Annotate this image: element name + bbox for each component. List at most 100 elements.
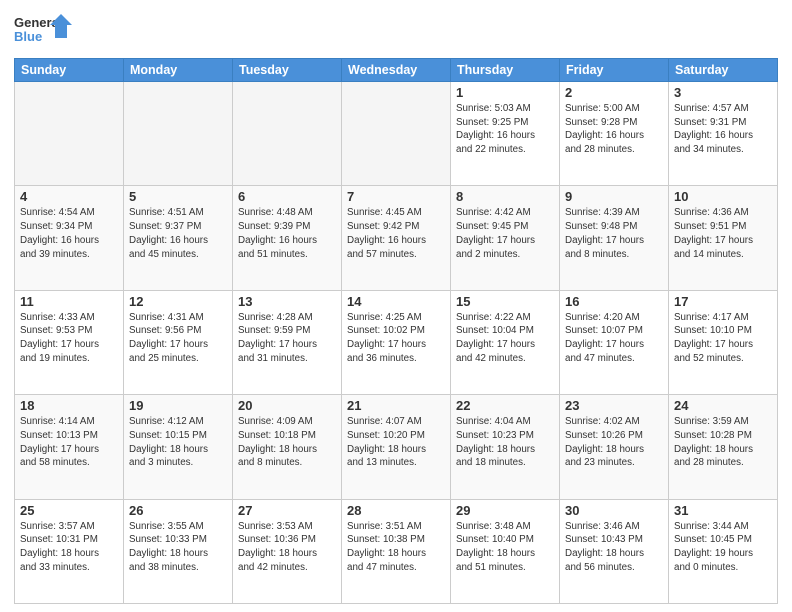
weekday-header-tuesday: Tuesday [233, 59, 342, 82]
day-number: 24 [674, 398, 772, 413]
day-number: 30 [565, 503, 663, 518]
day-info: Sunrise: 3:51 AM Sunset: 10:38 PM Daylig… [347, 520, 445, 575]
day-number: 7 [347, 189, 445, 204]
calendar-cell: 17Sunrise: 4:17 AM Sunset: 10:10 PM Dayl… [669, 290, 778, 394]
calendar-cell: 30 Sunrise: 3:46 AM Sunset: 10:43 PM Dayl… [560, 499, 669, 603]
day-info: Sunrise: 5:00 AM Sunset: 9:28 PM Dayligh… [565, 102, 663, 157]
day-info: Sunrise: 3:46 AM Sunset: 10:43 PM Daylig… [565, 520, 663, 575]
calendar-cell: 21 Sunrise: 4:07 AM Sunset: 10:20 PM Dayl… [342, 395, 451, 499]
logo: GeneralBlue [14, 10, 74, 52]
calendar-cell: 7 Sunrise: 4:45 AM Sunset: 9:42 PM Daylig… [342, 186, 451, 290]
page: GeneralBlue SundayMondayTuesdayWednesday… [0, 0, 792, 612]
day-number: 14 [347, 294, 445, 309]
day-number: 23 [565, 398, 663, 413]
calendar-cell: 11Sunrise: 4:33 AM Sunset: 9:53 PM Dayli… [15, 290, 124, 394]
day-info: Sunrise: 4:42 AM Sunset: 9:45 PM Dayligh… [456, 206, 554, 261]
day-info: Sunrise: 4:14 AM Sunset: 10:13 PM Daylig… [20, 415, 118, 470]
day-number: 1 [456, 85, 554, 100]
day-info: Sunrise: 5:03 AM Sunset: 9:25 PM Dayligh… [456, 102, 554, 157]
day-number: 21 [347, 398, 445, 413]
calendar-cell: 9Sunrise: 4:39 AM Sunset: 9:48 PM Daylig… [560, 186, 669, 290]
day-number: 25 [20, 503, 118, 518]
logo-svg: GeneralBlue [14, 10, 74, 52]
day-number: 3 [674, 85, 772, 100]
calendar-cell: 13Sunrise: 4:28 AM Sunset: 9:59 PM Dayli… [233, 290, 342, 394]
day-info: Sunrise: 4:57 AM Sunset: 9:31 PM Dayligh… [674, 102, 772, 157]
calendar-cell: 24 Sunrise: 3:59 AM Sunset: 10:28 PM Dayl… [669, 395, 778, 499]
day-number: 5 [129, 189, 227, 204]
day-number: 29 [456, 503, 554, 518]
week-row-2: 4 Sunrise: 4:54 AM Sunset: 9:34 PM Daylig… [15, 186, 778, 290]
day-number: 28 [347, 503, 445, 518]
day-info: Sunrise: 4:51 AM Sunset: 9:37 PM Dayligh… [129, 206, 227, 261]
day-info: Sunrise: 3:48 AM Sunset: 10:40 PM Daylig… [456, 520, 554, 575]
weekday-header-thursday: Thursday [451, 59, 560, 82]
calendar-cell: 27 Sunrise: 3:53 AM Sunset: 10:36 PM Dayl… [233, 499, 342, 603]
day-number: 15 [456, 294, 554, 309]
calendar-cell: 16Sunrise: 4:20 AM Sunset: 10:07 PM Dayl… [560, 290, 669, 394]
week-row-4: 18 Sunrise: 4:14 AM Sunset: 10:13 PM Dayl… [15, 395, 778, 499]
calendar-cell: 2 Sunrise: 5:00 AM Sunset: 9:28 PM Daylig… [560, 82, 669, 186]
day-number: 12 [129, 294, 227, 309]
calendar-cell: 3 Sunrise: 4:57 AM Sunset: 9:31 PM Daylig… [669, 82, 778, 186]
weekday-header-sunday: Sunday [15, 59, 124, 82]
calendar-cell [124, 82, 233, 186]
day-info: Sunrise: 3:59 AM Sunset: 10:28 PM Daylig… [674, 415, 772, 470]
calendar-cell: 19Sunrise: 4:12 AM Sunset: 10:15 PM Dayl… [124, 395, 233, 499]
day-info: Sunrise: 4:33 AM Sunset: 9:53 PM Dayligh… [20, 311, 118, 366]
day-info: Sunrise: 4:25 AM Sunset: 10:02 PM Daylig… [347, 311, 445, 366]
day-info: Sunrise: 3:44 AM Sunset: 10:45 PM Daylig… [674, 520, 772, 575]
day-info: Sunrise: 3:53 AM Sunset: 10:36 PM Daylig… [238, 520, 336, 575]
day-number: 6 [238, 189, 336, 204]
day-number: 2 [565, 85, 663, 100]
top-area: GeneralBlue [14, 10, 778, 52]
day-info: Sunrise: 4:45 AM Sunset: 9:42 PM Dayligh… [347, 206, 445, 261]
calendar-cell [15, 82, 124, 186]
day-number: 19 [129, 398, 227, 413]
day-info: Sunrise: 4:39 AM Sunset: 9:48 PM Dayligh… [565, 206, 663, 261]
day-info: Sunrise: 4:48 AM Sunset: 9:39 PM Dayligh… [238, 206, 336, 261]
calendar-cell: 25 Sunrise: 3:57 AM Sunset: 10:31 PM Dayl… [15, 499, 124, 603]
calendar-cell: 29 Sunrise: 3:48 AM Sunset: 10:40 PM Dayl… [451, 499, 560, 603]
day-info: Sunrise: 4:54 AM Sunset: 9:34 PM Dayligh… [20, 206, 118, 261]
weekday-header-saturday: Saturday [669, 59, 778, 82]
weekday-header-row: SundayMondayTuesdayWednesdayThursdayFrid… [15, 59, 778, 82]
calendar-cell: 1 Sunrise: 5:03 AM Sunset: 9:25 PM Daylig… [451, 82, 560, 186]
day-info: Sunrise: 4:28 AM Sunset: 9:59 PM Dayligh… [238, 311, 336, 366]
day-info: Sunrise: 4:07 AM Sunset: 10:20 PM Daylig… [347, 415, 445, 470]
calendar-cell: 18 Sunrise: 4:14 AM Sunset: 10:13 PM Dayl… [15, 395, 124, 499]
calendar-cell: 14 Sunrise: 4:25 AM Sunset: 10:02 PM Dayl… [342, 290, 451, 394]
day-number: 4 [20, 189, 118, 204]
calendar-cell: 12 Sunrise: 4:31 AM Sunset: 9:56 PM Dayli… [124, 290, 233, 394]
week-row-5: 25 Sunrise: 3:57 AM Sunset: 10:31 PM Dayl… [15, 499, 778, 603]
day-number: 27 [238, 503, 336, 518]
day-info: Sunrise: 4:20 AM Sunset: 10:07 PM Daylig… [565, 311, 663, 366]
calendar-cell: 22Sunrise: 4:04 AM Sunset: 10:23 PM Dayl… [451, 395, 560, 499]
calendar-cell: 5 Sunrise: 4:51 AM Sunset: 9:37 PM Daylig… [124, 186, 233, 290]
day-number: 10 [674, 189, 772, 204]
day-info: Sunrise: 4:09 AM Sunset: 10:18 PM Daylig… [238, 415, 336, 470]
calendar-cell: 20 Sunrise: 4:09 AM Sunset: 10:18 PM Dayl… [233, 395, 342, 499]
week-row-3: 11Sunrise: 4:33 AM Sunset: 9:53 PM Dayli… [15, 290, 778, 394]
calendar-cell: 31 Sunrise: 3:44 AM Sunset: 10:45 PM Dayl… [669, 499, 778, 603]
calendar-cell: 8 Sunrise: 4:42 AM Sunset: 9:45 PM Daylig… [451, 186, 560, 290]
calendar-cell: 4 Sunrise: 4:54 AM Sunset: 9:34 PM Daylig… [15, 186, 124, 290]
weekday-header-monday: Monday [124, 59, 233, 82]
calendar-cell [342, 82, 451, 186]
day-number: 18 [20, 398, 118, 413]
day-info: Sunrise: 4:17 AM Sunset: 10:10 PM Daylig… [674, 311, 772, 366]
calendar-cell: 26Sunrise: 3:55 AM Sunset: 10:33 PM Dayl… [124, 499, 233, 603]
day-info: Sunrise: 3:57 AM Sunset: 10:31 PM Daylig… [20, 520, 118, 575]
calendar-cell: 10 Sunrise: 4:36 AM Sunset: 9:51 PM Dayli… [669, 186, 778, 290]
calendar-cell: 15Sunrise: 4:22 AM Sunset: 10:04 PM Dayl… [451, 290, 560, 394]
day-info: Sunrise: 4:04 AM Sunset: 10:23 PM Daylig… [456, 415, 554, 470]
weekday-header-friday: Friday [560, 59, 669, 82]
day-number: 20 [238, 398, 336, 413]
day-number: 31 [674, 503, 772, 518]
day-info: Sunrise: 4:31 AM Sunset: 9:56 PM Dayligh… [129, 311, 227, 366]
calendar-cell: 28 Sunrise: 3:51 AM Sunset: 10:38 PM Dayl… [342, 499, 451, 603]
day-number: 8 [456, 189, 554, 204]
calendar-cell: 6 Sunrise: 4:48 AM Sunset: 9:39 PM Daylig… [233, 186, 342, 290]
day-number: 26 [129, 503, 227, 518]
day-info: Sunrise: 4:36 AM Sunset: 9:51 PM Dayligh… [674, 206, 772, 261]
